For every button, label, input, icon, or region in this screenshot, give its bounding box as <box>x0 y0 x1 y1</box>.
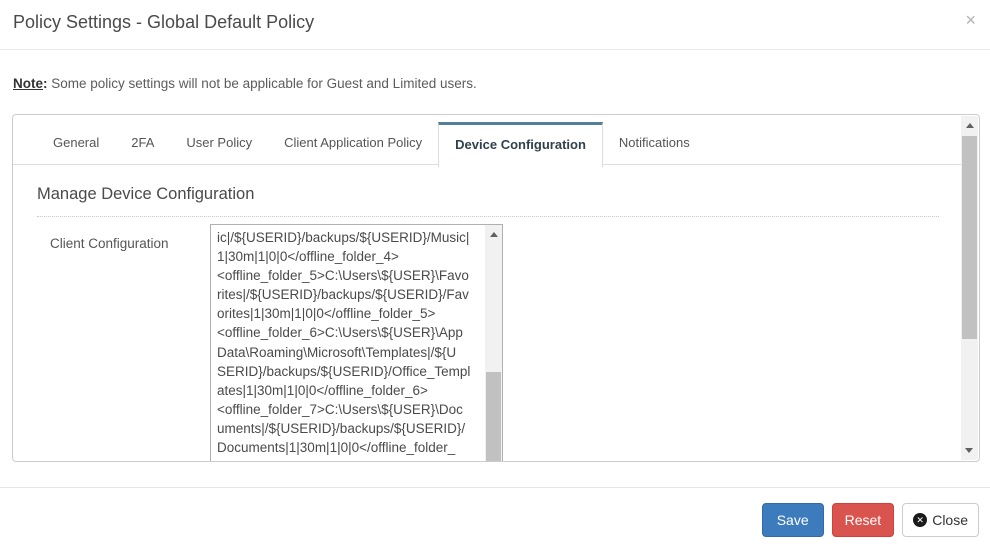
policy-tabs-panel: General 2FA User Policy Client Applicati… <box>12 114 980 462</box>
close-button-label: Close <box>932 512 968 528</box>
tab-device-configuration[interactable]: Device Configuration <box>438 122 603 167</box>
footer-divider <box>0 487 990 488</box>
panel-scroll-down-icon[interactable] <box>965 448 973 453</box>
scroll-up-icon[interactable] <box>490 232 498 237</box>
tab-notifications[interactable]: Notifications <box>603 122 706 164</box>
close-button[interactable]: ✕ Close <box>902 503 979 537</box>
section-heading: Manage Device Configuration <box>37 185 939 217</box>
textarea-scrollbar-thumb[interactable] <box>486 372 501 462</box>
panel-scrollbar-thumb[interactable] <box>962 136 977 339</box>
note-text: Note: Some policy settings will not be a… <box>13 76 477 91</box>
page-title: Policy Settings - Global Default Policy <box>13 12 314 33</box>
close-icon[interactable]: × <box>965 11 976 29</box>
note-body: Some policy settings will not be applica… <box>48 76 477 91</box>
close-circle-icon: ✕ <box>913 513 927 527</box>
modal-header: Policy Settings - Global Default Policy … <box>0 0 990 50</box>
panel-scroll-up-icon[interactable] <box>966 123 974 128</box>
textarea-scrollbar[interactable] <box>485 225 502 462</box>
client-configuration-value[interactable]: ic|/${USERID}/backups/${USERID}/Music| 1… <box>211 225 485 462</box>
client-configuration-textarea[interactable]: ic|/${USERID}/backups/${USERID}/Music| 1… <box>210 224 503 462</box>
tab-bar: General 2FA User Policy Client Applicati… <box>37 122 706 167</box>
tab-user-policy[interactable]: User Policy <box>170 122 268 164</box>
footer-buttons: Save Reset ✕ Close <box>762 503 979 537</box>
save-button[interactable]: Save <box>762 503 824 537</box>
tab-general[interactable]: General <box>37 122 115 164</box>
tab-client-application-policy[interactable]: Client Application Policy <box>268 122 438 164</box>
panel-scrollbar[interactable] <box>961 116 978 460</box>
tab-2fa[interactable]: 2FA <box>115 122 170 164</box>
reset-button[interactable]: Reset <box>832 503 895 537</box>
client-configuration-label: Client Configuration <box>50 236 169 251</box>
note-label: Note <box>13 76 43 91</box>
